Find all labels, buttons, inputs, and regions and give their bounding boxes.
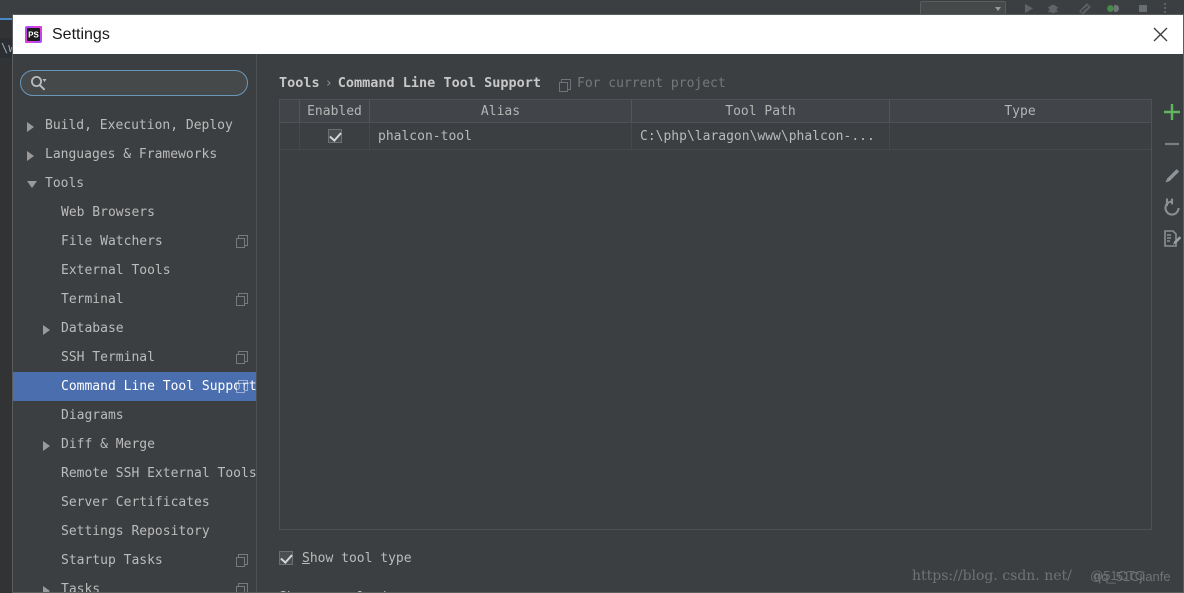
copy-settings-icon[interactable] [236, 351, 248, 364]
sidebar-item-label: Terminal [61, 292, 124, 307]
sidebar-item-label: Build, Execution, Deploy [45, 118, 233, 133]
scope-note-label: For current project [577, 76, 726, 91]
row-tool-path[interactable]: C:\php\laragon\www\phalcon-... [632, 123, 890, 149]
checkbox-box [327, 129, 342, 143]
breadcrumb-current: Command Line Tool Support [337, 75, 541, 91]
sidebar-item-database[interactable]: Database [13, 314, 256, 343]
sidebar-item-label: Command Line Tool Support [61, 379, 257, 394]
show-tool-type-rest: how tool type [309, 551, 412, 566]
copy-settings-icon[interactable] [236, 293, 248, 306]
sidebar-item-tasks[interactable]: Tasks [13, 575, 256, 593]
copy-settings-icon[interactable] [236, 583, 248, 592]
chevron-down-icon [995, 7, 1001, 11]
row-type[interactable] [890, 123, 1150, 149]
mnemonic-letter: S [302, 551, 310, 566]
sidebar-item-label: Database [61, 321, 124, 336]
chevron-right-icon[interactable] [43, 586, 50, 592]
table-row[interactable]: phalcon-tool C:\php\laragon\www\phalcon-.… [280, 123, 1151, 150]
sidebar-item-clipped[interactable] [13, 101, 256, 111]
sidebar-item-tools[interactable]: Tools [13, 169, 256, 198]
copy-settings-icon[interactable] [236, 235, 248, 248]
breadcrumb-separator: › [324, 75, 333, 91]
row-enabled-checkbox[interactable] [300, 123, 370, 149]
chevron-right-icon[interactable] [43, 325, 50, 335]
breadcrumb: Tools › Command Line Tool Support [279, 75, 541, 91]
sidebar-item-label: Tools [45, 176, 85, 191]
sidebar-item-web-browsers[interactable]: Web Browsers [13, 198, 256, 227]
remove-button[interactable] [1159, 131, 1183, 157]
table-column-header[interactable]: Type [890, 100, 1150, 122]
table-column-header[interactable]: Alias [370, 100, 632, 122]
sidebar-item-ssh-terminal[interactable]: SSH Terminal [13, 343, 256, 372]
copy-settings-icon[interactable] [236, 554, 248, 567]
dialog-body: Build, Execution, Deploy Languages & Fram… [13, 54, 1183, 593]
sidebar-item-label: Diff & Merge [61, 437, 155, 452]
sidebar-item-startup-tasks[interactable]: Startup Tasks [13, 546, 256, 575]
sidebar-item-label: Languages & Frameworks [45, 147, 218, 162]
edit-button[interactable] [1159, 163, 1183, 189]
sidebar-item-label: SSH Terminal [61, 350, 155, 365]
copy-settings-icon[interactable] [236, 380, 248, 393]
add-button[interactable] [1159, 99, 1183, 125]
sidebar-item-languages-frameworks[interactable]: Languages & Frameworks [13, 140, 256, 169]
chevron-right-icon[interactable] [27, 122, 34, 132]
table-header-row: Enabled Alias Tool Path Type [280, 100, 1151, 123]
sidebar-item-label: Startup Tasks [61, 553, 163, 568]
project-scope-icon [559, 79, 571, 92]
settings-content-pane: Tools › Command Line Tool Support For curr… [266, 54, 1183, 592]
row-alias[interactable]: phalcon-tool [370, 123, 632, 149]
checkbox-box [279, 551, 293, 565]
sidebar-item-label: Settings Repository [61, 524, 210, 539]
sidebar-item-label: External Tools [61, 263, 171, 278]
revert-button[interactable] [1159, 195, 1183, 221]
table-column-header[interactable] [280, 100, 300, 122]
chevron-right-icon[interactable] [43, 441, 50, 451]
chevron-down-icon[interactable] [27, 181, 37, 188]
sidebar-item-build-execution-deploy[interactable]: Build, Execution, Deploy [13, 111, 256, 140]
sidebar-item-file-watchers[interactable]: File Watchers [13, 227, 256, 256]
sidebar-item-label: Diagrams [61, 408, 124, 423]
table-body: phalcon-tool C:\php\laragon\www\phalcon-.… [280, 123, 1151, 150]
sidebar-item-label: Web Browsers [61, 205, 155, 220]
settings-dialog: PS Settings Build, Execution, Deploy Lan… [12, 14, 1184, 593]
sidebar-item-label: Server Certificates [61, 495, 210, 510]
dialog-title-bar: PS Settings [13, 15, 1183, 55]
sidebar-item-diagrams[interactable]: Diagrams [13, 401, 256, 430]
sidebar-item-external-tools[interactable]: External Tools [13, 256, 256, 285]
sidebar-item-diff-merge[interactable]: Diff & Merge [13, 430, 256, 459]
settings-tree[interactable]: Build, Execution, Deploy Languages & Fram… [13, 101, 257, 593]
sidebar-item-label: File Watchers [61, 234, 163, 249]
settings-sidebar: Build, Execution, Deploy Languages & Fram… [13, 54, 257, 593]
show-tool-type-label: Show tool type [302, 550, 412, 568]
phpstorm-logo-icon: PS [24, 25, 43, 44]
dialog-title: Settings [52, 26, 110, 43]
edit-document-icon[interactable] [1159, 226, 1183, 252]
sidebar-item-terminal[interactable]: Terminal [13, 285, 256, 314]
sidebar-item-label: Tasks [61, 582, 101, 593]
tools-table[interactable]: Enabled Alias Tool Path Type phalcon-tool C:… [279, 99, 1152, 530]
sidebar-item-server-certificates[interactable]: Server Certificates [13, 488, 256, 517]
table-action-toolbar [1159, 99, 1183, 530]
sidebar-item-remote-ssh-external-tools[interactable]: Remote SSH External Tools [13, 459, 257, 488]
close-icon[interactable] [1138, 15, 1183, 54]
svg-text:PS: PS [28, 31, 39, 40]
breadcrumb-root[interactable]: Tools [279, 75, 320, 91]
chevron-right-icon[interactable] [27, 151, 34, 161]
sidebar-item-label: Remote SSH External Tools [61, 466, 257, 481]
search-field-wrapper [20, 70, 248, 96]
sidebar-item-settings-repository[interactable]: Settings Repository [13, 517, 256, 546]
table-column-header[interactable]: Tool Path [632, 100, 890, 122]
table-column-header[interactable]: Enabled [300, 100, 370, 122]
sidebar-item-command-line-tool-support[interactable]: Command Line Tool Support [13, 372, 257, 401]
row-handle [280, 123, 300, 149]
search-input[interactable] [20, 70, 248, 96]
